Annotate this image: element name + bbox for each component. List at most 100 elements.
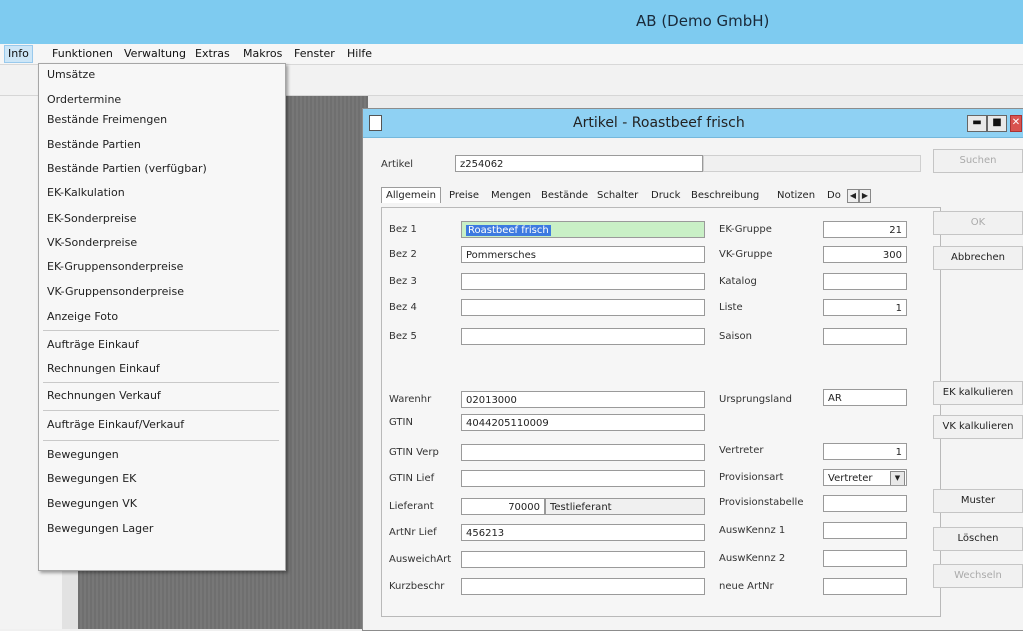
bez2-label: Bez 2 — [389, 249, 417, 260]
menu-fenster[interactable]: Fenster — [294, 47, 335, 60]
katalog-input[interactable] — [823, 273, 907, 290]
menu-item-ek-gruppensonderpreise[interactable]: EK-Gruppensonderpreise — [47, 260, 183, 273]
maximize-icon[interactable]: ■ — [987, 115, 1007, 132]
gtin-lief-label: GTIN Lief — [389, 473, 435, 484]
liste-label: Liste — [719, 302, 743, 313]
auswkennz2-input[interactable] — [823, 550, 907, 567]
menu-hilfe[interactable]: Hilfe — [347, 47, 372, 60]
menu-item-vk-gruppensonderpreise[interactable]: VK-Gruppensonderpreise — [47, 285, 184, 298]
wechseln-button[interactable]: Wechseln — [933, 564, 1023, 588]
ok-button[interactable]: OK — [933, 211, 1023, 235]
close-icon[interactable]: ✕ — [1010, 115, 1022, 132]
ek-gruppe-label: EK-Gruppe — [719, 224, 772, 235]
gtin-lief-input[interactable] — [461, 470, 705, 487]
bez3-input[interactable] — [461, 273, 705, 290]
menu-item-auftraege-einkauf-verkauf[interactable]: Aufträge Einkauf/Verkauf — [47, 418, 184, 431]
menu-item-rechnungen-einkauf[interactable]: Rechnungen Einkauf — [47, 362, 160, 375]
menu-item-ek-kalkulation[interactable]: EK-Kalkulation — [47, 186, 125, 199]
bez5-label: Bez 5 — [389, 331, 417, 342]
ek-kalkulieren-button[interactable]: EK kalkulieren — [933, 381, 1023, 405]
ek-gruppe-input[interactable]: 21 — [823, 221, 907, 238]
menu-item-bewegungen-lager[interactable]: Bewegungen Lager — [47, 522, 153, 535]
menu-separator — [43, 330, 279, 331]
menu-item-bewegungen[interactable]: Bewegungen — [47, 448, 119, 461]
provisionstabelle-label: Provisionstabelle — [719, 497, 804, 508]
menu-item-bestaende-freimengen[interactable]: Bestände Freimengen — [47, 113, 167, 126]
ausweichart-input[interactable] — [461, 551, 705, 568]
menu-item-umsaetze[interactable]: Umsätze — [47, 68, 95, 81]
minimize-icon[interactable]: ▬ — [967, 115, 987, 132]
tab-bestaende[interactable]: Bestände — [541, 190, 588, 201]
menu-item-bewegungen-vk[interactable]: Bewegungen VK — [47, 497, 137, 510]
menu-item-anzeige-foto[interactable]: Anzeige Foto — [47, 310, 118, 323]
bez1-value: Roastbeef frisch — [466, 225, 551, 236]
tab-notizen[interactable]: Notizen — [777, 190, 815, 201]
vk-gruppe-label: VK-Gruppe — [719, 249, 773, 260]
menu-makros[interactable]: Makros — [243, 47, 282, 60]
gtin-verp-input[interactable] — [461, 444, 705, 461]
menu-separator — [43, 440, 279, 441]
suchen-button[interactable]: Suchen — [933, 149, 1023, 173]
kurzbeschr-input[interactable] — [461, 578, 705, 595]
menu-item-vk-sonderpreise[interactable]: VK-Sonderpreise — [47, 236, 137, 249]
menu-item-bestaende-partien[interactable]: Bestände Partien — [47, 138, 141, 151]
bez4-label: Bez 4 — [389, 302, 417, 313]
ursprungsland-input[interactable]: AR — [823, 389, 907, 406]
chevron-down-icon[interactable]: ▼ — [890, 471, 905, 485]
tab-allgemein[interactable]: Allgemein — [381, 187, 441, 203]
artikel-input[interactable]: z254062 — [455, 155, 703, 172]
artikel-name-display — [703, 155, 921, 172]
loeschen-button[interactable]: Löschen — [933, 527, 1023, 551]
tab-scroll-right-icon[interactable]: ▶ — [859, 189, 871, 203]
menu-item-rechnungen-verkauf[interactable]: Rechnungen Verkauf — [47, 389, 161, 402]
artnr-lief-input[interactable]: 456213 — [461, 524, 705, 541]
kurzbeschr-label: Kurzbeschr — [389, 581, 445, 592]
menu-item-ek-sonderpreise[interactable]: EK-Sonderpreise — [47, 212, 137, 225]
info-menu-dropdown: Umsätze Ordertermine Bestände Freimengen… — [38, 63, 286, 571]
tab-beschreibung[interactable]: Beschreibung — [691, 190, 759, 201]
bez2-input[interactable]: Pommersches — [461, 246, 705, 263]
liste-input[interactable]: 1 — [823, 299, 907, 316]
auswkennz2-label: AuswKennz 2 — [719, 553, 786, 564]
menu-extras[interactable]: Extras — [195, 47, 230, 60]
menu-item-bestaende-partien-verfuegbar[interactable]: Bestände Partien (verfügbar) — [47, 162, 207, 175]
menu-info[interactable]: Info — [4, 45, 33, 63]
menu-funktionen[interactable]: Funktionen — [52, 47, 113, 60]
neue-artnr-input[interactable] — [823, 578, 907, 595]
bez1-input[interactable]: Roastbeef frisch — [461, 221, 705, 238]
saison-input[interactable] — [823, 328, 907, 345]
vk-gruppe-input[interactable]: 300 — [823, 246, 907, 263]
provisionsart-label: Provisionsart — [719, 472, 784, 483]
warennr-label: Warenhr — [389, 394, 432, 405]
vk-kalkulieren-button[interactable]: VK kalkulieren — [933, 415, 1023, 439]
vertreter-input[interactable]: 1 — [823, 443, 907, 460]
menu-item-auftraege-einkauf[interactable]: Aufträge Einkauf — [47, 338, 139, 351]
auswkennz1-input[interactable] — [823, 522, 907, 539]
tab-scroll-left-icon[interactable]: ◀ — [847, 189, 859, 203]
provisionstabelle-input[interactable] — [823, 495, 907, 512]
menu-verwaltung[interactable]: Verwaltung — [124, 47, 186, 60]
tab-schalter[interactable]: Schalter — [597, 190, 638, 201]
menu-item-ordertermine[interactable]: Ordertermine — [47, 93, 121, 106]
lieferant-input[interactable]: 70000 — [461, 498, 545, 515]
abbrechen-button[interactable]: Abbrechen — [933, 246, 1023, 270]
auswkennz1-label: AuswKennz 1 — [719, 525, 786, 536]
gtin-input[interactable]: 4044205110009 — [461, 414, 705, 431]
bez5-input[interactable] — [461, 328, 705, 345]
lieferant-label: Lieferant — [389, 501, 434, 512]
menu-item-bewegungen-ek[interactable]: Bewegungen EK — [47, 472, 136, 485]
tab-preise[interactable]: Preise — [449, 190, 479, 201]
tab-do[interactable]: Do — [827, 190, 841, 201]
warennr-input[interactable]: 02013000 — [461, 391, 705, 408]
vertreter-label: Vertreter — [719, 445, 764, 456]
muster-button[interactable]: Muster — [933, 489, 1023, 513]
tab-mengen[interactable]: Mengen — [491, 190, 531, 201]
provisionsart-select[interactable]: Vertreter ▼ — [823, 469, 907, 486]
bez1-label: Bez 1 — [389, 224, 417, 235]
tab-druck[interactable]: Druck — [651, 190, 680, 201]
article-window: Artikel - Roastbeef frisch ▬ ■ ✕ Artikel… — [362, 108, 1023, 631]
lieferant-name-display: Testlieferant — [545, 498, 705, 515]
bez4-input[interactable] — [461, 299, 705, 316]
ausweichart-label: AusweichArt — [389, 554, 452, 565]
artikel-label: Artikel — [381, 159, 414, 170]
